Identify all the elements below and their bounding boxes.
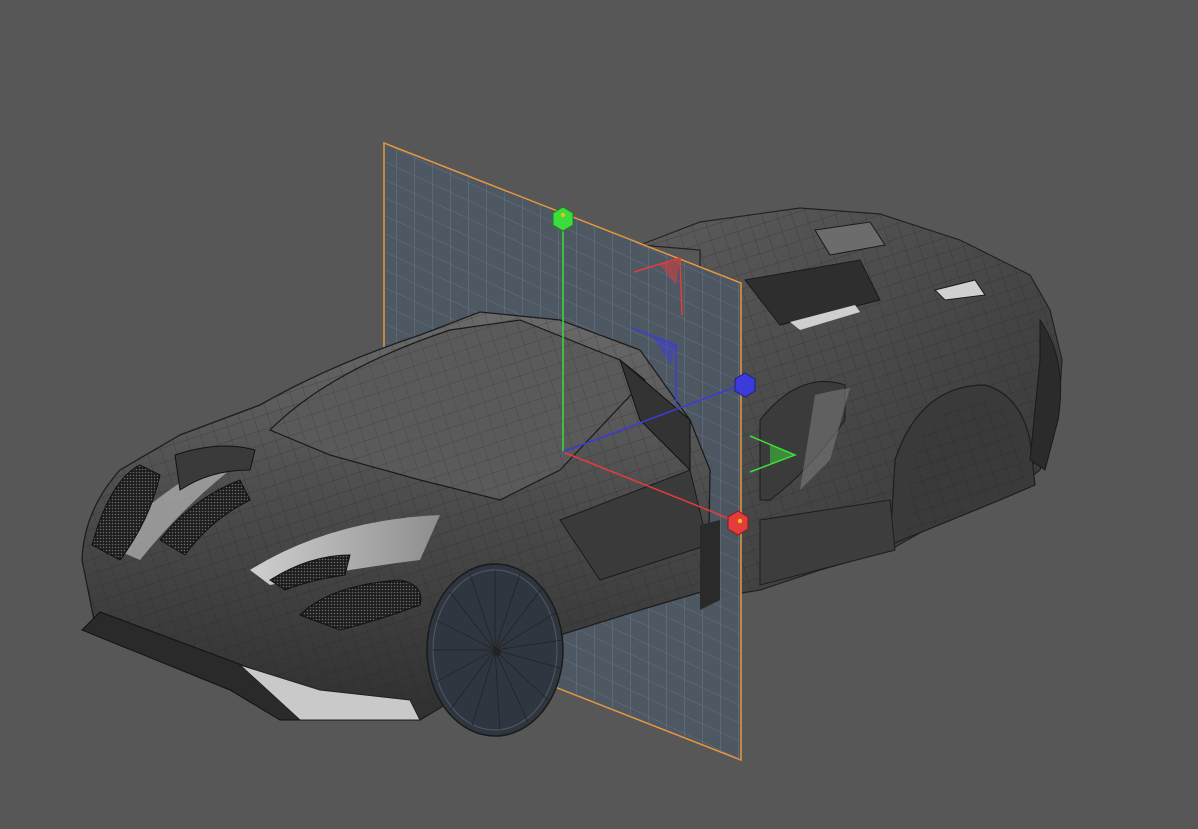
front-wheel[interactable] [426,563,564,737]
3d-viewport[interactable] [0,0,1198,829]
scene-canvas[interactable] [0,0,1198,829]
